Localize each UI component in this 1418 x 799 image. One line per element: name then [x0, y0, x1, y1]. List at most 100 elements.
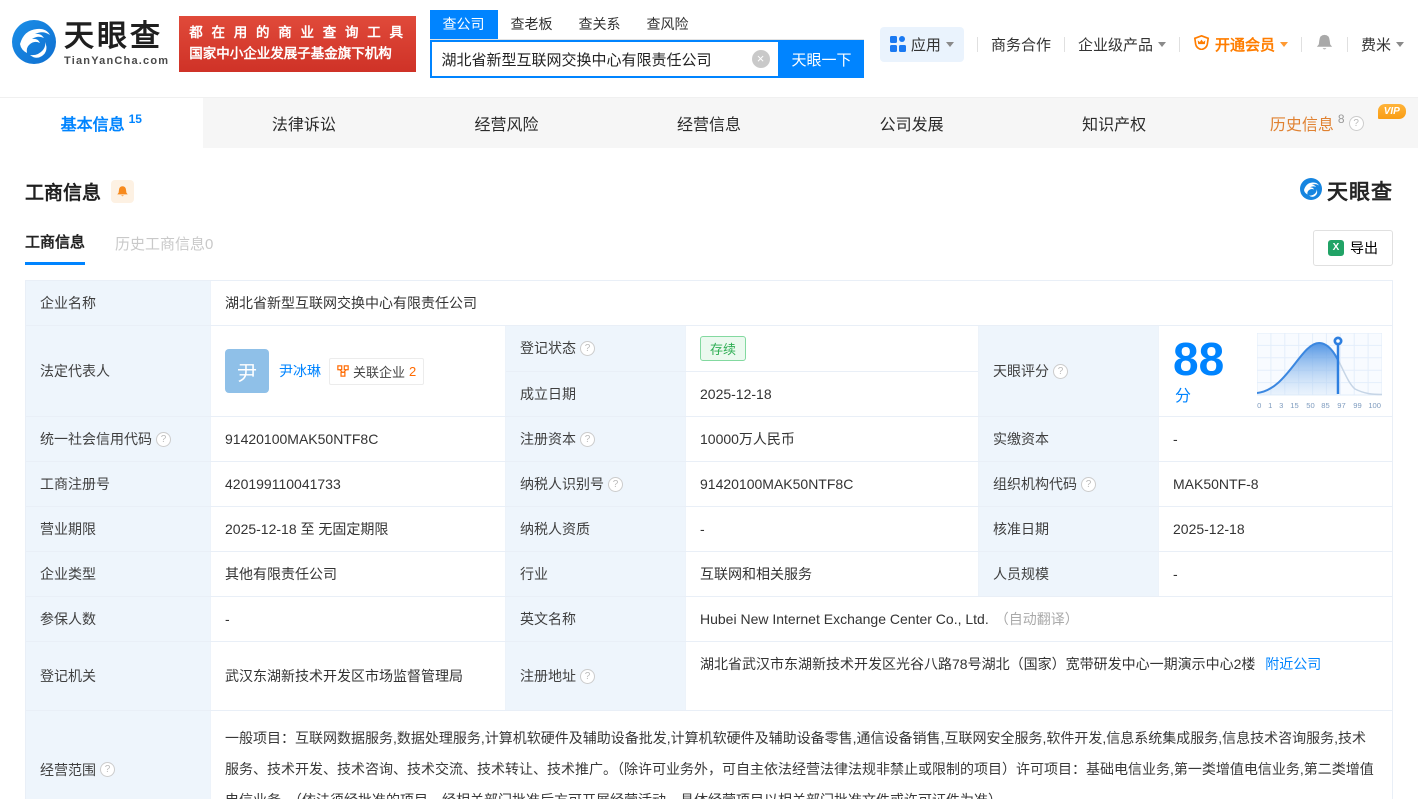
reg-status-value-cell: 存续 [686, 326, 978, 371]
tianyancha-logo[interactable]: 天眼查 TianYanCha.com [10, 18, 169, 71]
subtab-business-info[interactable]: 工商信息 [25, 231, 86, 265]
established-label: 成立日期 [520, 385, 576, 402]
business-scope-value: 一般项目：互联网数据服务,数据处理服务,计算机软硬件及辅助设备批发,计算机软硬件… [225, 730, 1374, 799]
reg-number-value: 420199110041733 [211, 462, 506, 506]
watermark-brand: 天眼查 [1327, 181, 1393, 204]
business-info-table: 企业名称 湖北省新型互联网交换中心有限责任公司 法定代表人 尹 尹冰琳 关联企业… [25, 280, 1393, 799]
english-name-value: Hubei New Internet Exchange Center Co., … [700, 611, 989, 627]
search-tab-company[interactable]: 查公司 [429, 10, 498, 39]
help-icon[interactable]: ? [580, 431, 595, 447]
nav-enterprise[interactable]: 企业级产品 [1078, 34, 1166, 55]
tab-legal[interactable]: 法律诉讼 [203, 98, 406, 148]
tab-development[interactable]: 公司发展 [810, 98, 1013, 148]
help-icon[interactable]: ? [580, 668, 595, 684]
insured-count-value: - [211, 597, 506, 641]
nav-cooperation[interactable]: 商务合作 [991, 34, 1051, 55]
nav-apps[interactable]: 应用 [879, 26, 964, 62]
tab-development-label: 公司发展 [879, 117, 944, 134]
reg-address-cell: 湖北省武汉市东湖新技术开发区光谷八路78号湖北（国家）宽带研发中心一期演示中心2… [686, 642, 1392, 710]
notification-bell[interactable] [1315, 33, 1334, 56]
reg-address-value: 湖北省武汉市东湖新技术开发区光谷八路78号湖北（国家）宽带研发中心一期演示中心2… [700, 656, 1256, 672]
slogan-banner: 都 在 用 的 商 业 查 询 工 具 国家中小企业发展子基金旗下机构 [179, 16, 416, 72]
score-distribution-chart[interactable]: 01 3 15 50 85 97 99 100 [1256, 332, 1383, 410]
logo-brand: 天眼查 [64, 19, 163, 53]
reg-status-label: 登记状态 [520, 340, 576, 357]
search-button[interactable]: 天眼一下 [779, 40, 864, 78]
org-code-label-cell: 组织机构代码? [979, 462, 1159, 506]
help-icon[interactable]: ? [1348, 115, 1364, 131]
reg-capital-value: 10000万人民币 [686, 417, 979, 461]
nav-divider [976, 36, 978, 52]
help-icon[interactable]: ? [1053, 363, 1068, 379]
nav-user-name: 费米 [1360, 36, 1391, 54]
score-label-cell: 天眼评分 ? [979, 326, 1159, 416]
search-box: 查公司 查老板 查关系 查风险 湖北省新型互联网交换中心有限责任公司 × 天眼一… [429, 10, 864, 78]
nav-user[interactable]: 费米 [1361, 34, 1404, 55]
table-row: 经营范围? 一般项目：互联网数据服务,数据处理服务,计算机软硬件及辅助设备批发,… [26, 711, 1392, 799]
auto-translate-note: （自动翻译） [994, 611, 1079, 627]
help-icon[interactable]: ? [1081, 476, 1096, 492]
apps-grid-icon [889, 36, 906, 52]
help-icon[interactable]: ? [156, 431, 171, 447]
score-axis-ticks: 01 3 15 50 85 97 99 100 [1256, 400, 1382, 410]
subscribe-bell-button[interactable] [111, 179, 135, 203]
nav-enterprise-label: 企业级产品 [1077, 36, 1153, 54]
chevron-down-icon [1396, 41, 1404, 47]
staff-size-label: 人员规模 [979, 552, 1159, 596]
staff-size-value: - [1173, 566, 1178, 582]
subtab-history-business-info[interactable]: 历史工商信息0 [115, 233, 213, 264]
reg-authority-label: 登记机关 [26, 642, 211, 710]
table-row: 登记机关 武汉东湖新技术开发区市场监督管理局 注册地址? 湖北省武汉市东湖新技术… [26, 642, 1392, 711]
help-icon[interactable]: ? [100, 762, 115, 777]
table-row: 工商注册号 420199110041733 纳税人识别号? 91420100MA… [26, 462, 1392, 507]
tianyancha-swirl-icon [1299, 177, 1323, 206]
business-term-label: 营业期限 [26, 507, 211, 551]
nearby-companies-link[interactable]: 附近公司 [1265, 656, 1321, 672]
search-tab-boss[interactable]: 查老板 [498, 10, 566, 39]
nav-divider [1063, 36, 1065, 52]
export-button-label: 导出 [1350, 240, 1378, 256]
tab-basic-info[interactable]: 基本信息 15 [0, 98, 203, 148]
score-value: 88 [1173, 333, 1225, 385]
help-icon[interactable]: ? [608, 476, 623, 492]
related-companies-label: 关联企业 [353, 364, 406, 380]
help-icon[interactable]: ? [580, 340, 595, 356]
search-tab-relation[interactable]: 查关系 [566, 10, 634, 39]
tab-operation[interactable]: 经营信息 [608, 98, 811, 148]
excel-icon: X [1328, 240, 1344, 256]
established-label-cell: 成立日期 [506, 371, 686, 416]
tab-basic-info-label: 基本信息 [60, 117, 125, 134]
bell-icon [1315, 33, 1334, 56]
tab-ip[interactable]: 知识产权 [1013, 98, 1216, 148]
tab-risk[interactable]: 经营风险 [405, 98, 608, 148]
nav-open-vip[interactable]: 开通会员 [1193, 34, 1288, 55]
clear-search-icon[interactable]: × [751, 50, 770, 68]
top-nav: 应用 商务合作 企业级产品 开通会员 费米 [879, 26, 1404, 62]
industry-label: 行业 [506, 552, 686, 596]
reg-capital-label-cell: 注册资本? [506, 417, 686, 461]
avatar[interactable]: 尹 [225, 349, 269, 393]
chevron-down-icon [1157, 41, 1166, 47]
search-input-value: 湖北省新型互联网交换中心有限责任公司 [441, 51, 712, 69]
search-tab-risk[interactable]: 查风险 [634, 10, 702, 39]
search-input[interactable]: 湖北省新型互联网交换中心有限责任公司 × [429, 40, 780, 78]
score-unit: 分 [1175, 388, 1192, 405]
tianyancha-swirl-icon [10, 18, 58, 71]
slogan-line1: 都 在 用 的 商 业 查 询 工 具 [189, 25, 406, 41]
related-companies-badge[interactable]: 关联企业 2 [329, 357, 425, 385]
tab-history[interactable]: VIP 历史信息 8 ? [1215, 98, 1418, 148]
nav-divider [1300, 36, 1302, 52]
legal-rep-name-link[interactable]: 尹冰琳 [279, 361, 321, 381]
crown-icon [1193, 34, 1210, 54]
company-type-label: 企业类型 [26, 552, 211, 596]
score-label: 天眼评分 [993, 363, 1049, 379]
approval-date-value: 2025-12-18 [1173, 521, 1245, 537]
vip-badge: VIP [1377, 104, 1406, 119]
chevron-down-icon [945, 41, 954, 47]
business-scope-label-cell: 经营范围? [26, 711, 211, 799]
watermark-logo: 天眼查 [1299, 176, 1393, 206]
nav-divider [1178, 36, 1180, 52]
main-content: 工商信息 天眼查 工商信息 历史工商信息0 X 导出 企业名称 湖北省新型互联网… [0, 176, 1418, 799]
export-button[interactable]: X 导出 [1313, 230, 1393, 266]
business-term-value: 2025-12-18 至 无固定期限 [211, 507, 506, 551]
